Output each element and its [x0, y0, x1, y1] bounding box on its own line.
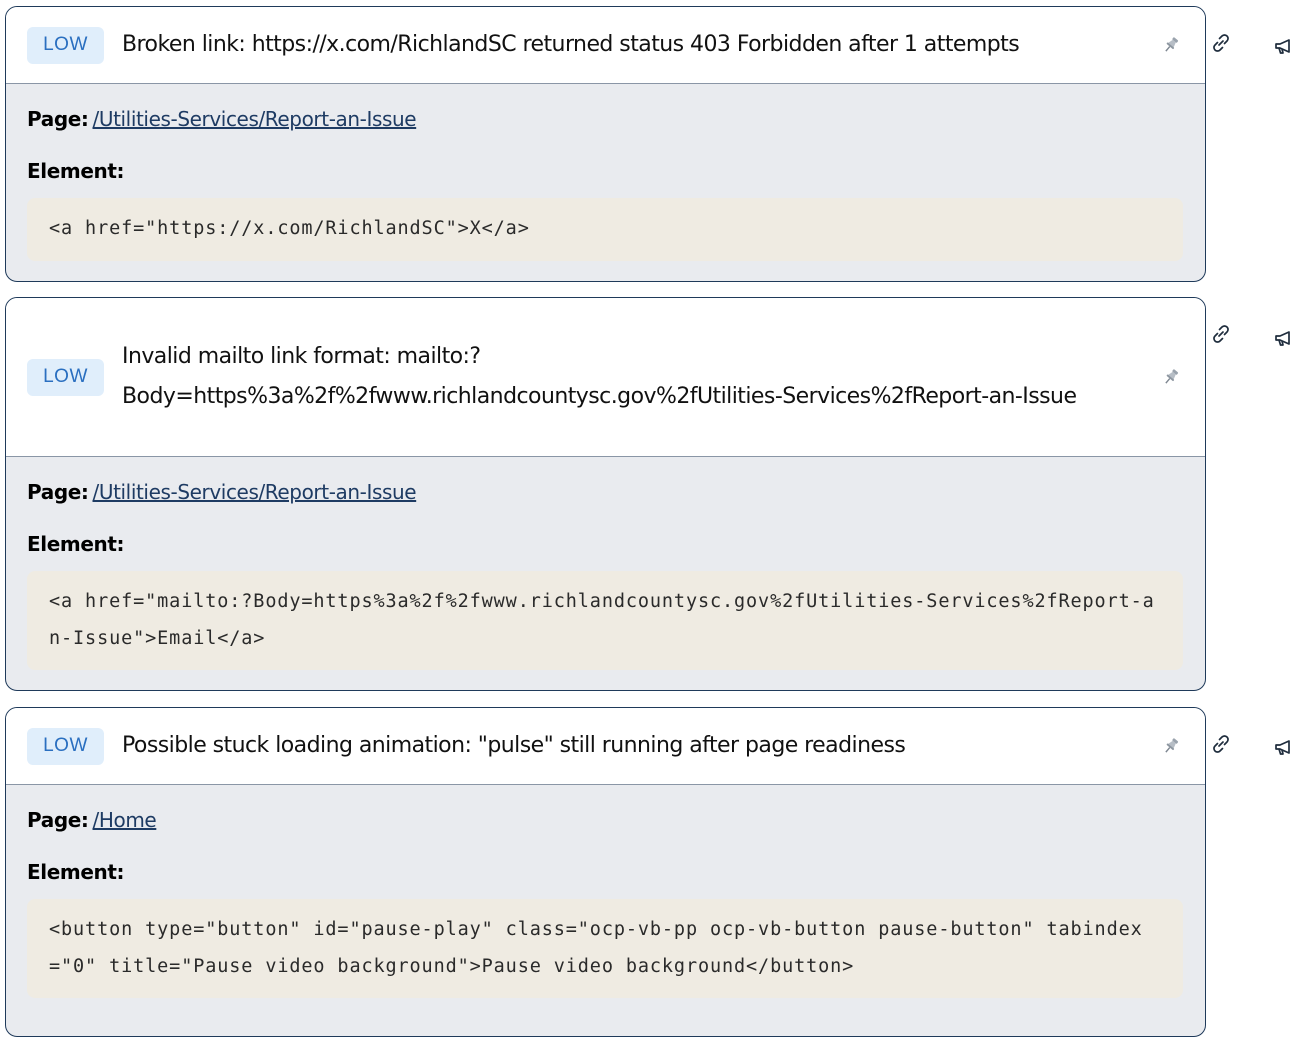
page-label: Page:: [27, 107, 89, 131]
element-label: Element:: [27, 860, 125, 884]
issue-body: Page:/Utilities-Services/Report-an-Issue…: [6, 84, 1205, 261]
page-row: Page:/Utilities-Services/Report-an-Issue: [27, 102, 1183, 136]
issue-header: LOW Invalid mailto link format: mailto:?…: [6, 298, 1205, 457]
page-label: Page:: [27, 480, 89, 504]
element-label: Element:: [27, 159, 125, 183]
megaphone-icon[interactable]: [1270, 733, 1298, 761]
page-link[interactable]: /Utilities-Services/Report-an-Issue: [93, 107, 417, 131]
link-icon[interactable]: [1207, 730, 1235, 758]
element-row: Element:: [27, 527, 1183, 561]
pin-icon[interactable]: [1159, 33, 1183, 57]
issue-card: LOW Broken link: https://x.com/RichlandS…: [5, 6, 1206, 282]
page-link[interactable]: /Home: [93, 808, 157, 832]
issue-body: Page:/Home Element: <button type="button…: [6, 785, 1205, 998]
pin-icon[interactable]: [1159, 365, 1183, 389]
severity-badge: LOW: [27, 727, 104, 765]
issue-title: Possible stuck loading animation: "pulse…: [122, 732, 906, 758]
issue-header: LOW Possible stuck loading animation: "p…: [6, 708, 1205, 785]
page-link[interactable]: /Utilities-Services/Report-an-Issue: [93, 480, 417, 504]
page-row: Page:/Utilities-Services/Report-an-Issue: [27, 475, 1183, 509]
page-row: Page:/Home: [27, 803, 1183, 837]
megaphone-icon[interactable]: [1270, 324, 1298, 352]
element-label: Element:: [27, 532, 125, 556]
pin-icon[interactable]: [1159, 734, 1183, 758]
link-icon[interactable]: [1207, 29, 1235, 57]
element-code: <button type="button" id="pause-play" cl…: [27, 899, 1183, 998]
severity-badge: LOW: [27, 358, 104, 396]
element-row: Element:: [27, 154, 1183, 188]
issue-body: Page:/Utilities-Services/Report-an-Issue…: [6, 457, 1205, 670]
issue-title: Broken link: https://x.com/RichlandSC re…: [122, 31, 1020, 57]
page-label: Page:: [27, 808, 89, 832]
issue-card: LOW Possible stuck loading animation: "p…: [5, 707, 1206, 1037]
element-code: <a href="mailto:?Body=https%3a%2f%2fwww.…: [27, 571, 1183, 670]
element-code: <a href="https://x.com/RichlandSC">X</a>: [27, 198, 1183, 261]
megaphone-icon[interactable]: [1270, 32, 1298, 60]
issue-title: Invalid mailto link format: mailto:? Bod…: [122, 343, 1077, 410]
element-row: Element:: [27, 855, 1183, 889]
issue-header: LOW Broken link: https://x.com/RichlandS…: [6, 7, 1205, 84]
link-icon[interactable]: [1207, 320, 1235, 348]
severity-badge: LOW: [27, 26, 104, 64]
issue-card: LOW Invalid mailto link format: mailto:?…: [5, 297, 1206, 691]
